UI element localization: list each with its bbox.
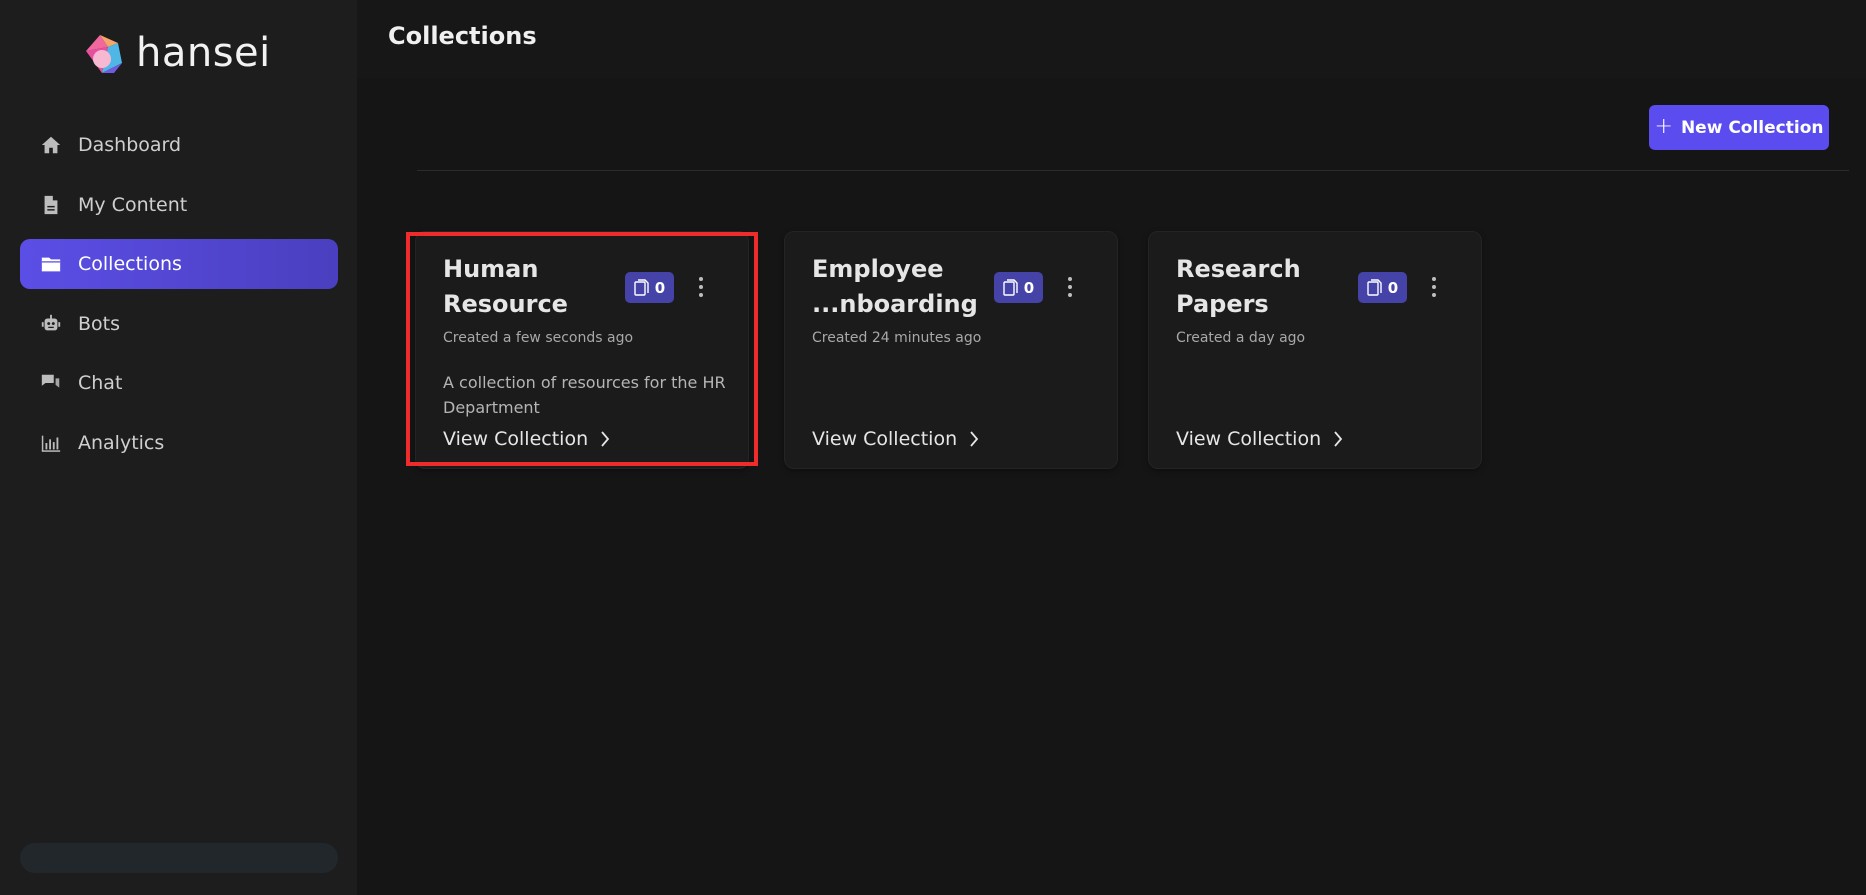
sidebar-item-chat[interactable]: Chat	[20, 358, 338, 408]
document-count: 0	[1387, 278, 1399, 297]
sidebar: hansei Dashboard My Content Collections	[0, 0, 357, 895]
more-options-icon[interactable]	[1420, 272, 1448, 302]
collection-card-research-papers[interactable]: Research Papers 0 Created a day ago View…	[1148, 231, 1482, 469]
chevron-right-icon	[970, 431, 979, 447]
sidebar-item-label: Bots	[78, 312, 121, 335]
sidebar-item-label: Dashboard	[78, 134, 182, 156]
collection-title: Research Papers	[1176, 255, 1301, 318]
new-collection-label: New Collection	[1680, 117, 1824, 138]
sidebar-item-collections[interactable]: Collections	[20, 239, 338, 290]
document-count-badge: 0	[625, 272, 674, 303]
page-title: Collections	[388, 22, 537, 50]
sidebar-item-analytics[interactable]: Analytics	[20, 418, 338, 468]
more-options-icon[interactable]	[687, 272, 715, 302]
brand-name: hansei	[136, 30, 271, 76]
chevron-right-icon	[601, 431, 610, 447]
sidebar-item-bots[interactable]: Bots	[20, 299, 338, 349]
document-count-badge: 0	[1358, 272, 1407, 303]
sidebar-item-label: Analytics	[78, 431, 165, 454]
sidebar-footer-bar	[20, 843, 338, 873]
view-collection-link[interactable]: View Collection	[1176, 428, 1343, 450]
sidebar-item-label: Chat	[78, 372, 123, 395]
view-collection-link[interactable]: View Collection	[812, 428, 979, 450]
created-time: Created a few seconds ago	[443, 330, 634, 346]
chat-icon	[40, 372, 62, 394]
collection-card-employee-onboarding[interactable]: Employee ...nboarding 0 Created 24 minut…	[784, 231, 1118, 469]
bar-chart-icon	[40, 432, 62, 454]
sidebar-item-label: Collections	[78, 253, 182, 276]
created-time: Created 24 minutes ago	[812, 330, 982, 346]
collection-card-human-resource[interactable]: Human Resource 0 Created a few seconds a…	[415, 231, 749, 469]
chevron-right-icon	[1334, 431, 1343, 447]
documents-icon	[634, 279, 649, 296]
document-count: 0	[1023, 278, 1035, 297]
app-root: hansei Dashboard My Content Collections	[0, 0, 1866, 895]
more-options-icon[interactable]	[1056, 272, 1084, 302]
view-collection-label: View Collection	[812, 428, 958, 450]
brand-logo[interactable]: hansei	[78, 28, 271, 78]
collection-title: Human Resource	[443, 255, 568, 318]
content-divider	[417, 170, 1849, 171]
document-count: 0	[654, 278, 666, 297]
documents-icon	[1367, 279, 1382, 296]
view-collection-link[interactable]: View Collection	[443, 428, 610, 450]
document-count-badge: 0	[994, 272, 1043, 303]
sidebar-item-my-content[interactable]: My Content	[20, 180, 338, 230]
top-header: Collections	[357, 0, 1866, 78]
plus-icon: +	[1654, 113, 1673, 139]
hansei-logo-icon	[86, 35, 122, 73]
collection-description: A collection of resources for the HR Dep…	[443, 373, 726, 417]
sidebar-item-dashboard[interactable]: Dashboard	[20, 120, 338, 170]
folder-icon	[40, 253, 62, 275]
new-collection-button[interactable]: + New Collection	[1649, 105, 1829, 150]
created-time: Created a day ago	[1176, 330, 1306, 346]
robot-icon	[40, 313, 62, 335]
collection-title: Employee ...nboarding	[812, 255, 978, 318]
view-collection-label: View Collection	[1176, 428, 1322, 450]
sidebar-nav: Dashboard My Content Collections Bots Ch…	[20, 120, 338, 478]
home-icon	[40, 134, 62, 156]
sidebar-item-label: My Content	[78, 193, 188, 216]
documents-icon	[1003, 279, 1018, 296]
view-collection-label: View Collection	[443, 428, 589, 450]
document-icon	[40, 194, 62, 216]
